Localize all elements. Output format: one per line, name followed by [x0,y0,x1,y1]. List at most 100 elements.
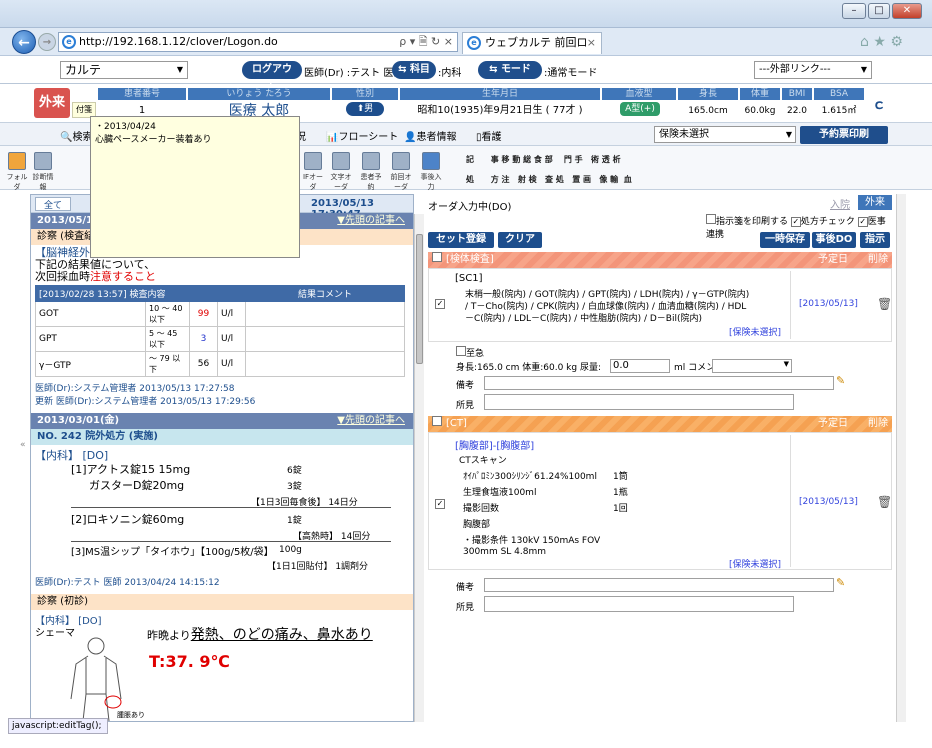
app-select-value: カルテ [65,63,102,77]
after-do-button[interactable]: 事後DO [812,232,856,248]
set-register-button[interactable]: セット登録 [428,232,494,248]
print-checkbox[interactable] [706,214,716,224]
url-actions-icon[interactable]: ρ ▾ 🗎 ↻ × [399,33,453,51]
back-icon[interactable]: ← [12,30,36,54]
tab-ie-icon: e [467,36,481,50]
insurance-link[interactable]: [保険未選択] [729,325,781,338]
text-order-icon[interactable]: 文字オーダ [328,152,354,191]
ct-insurance-link[interactable]: [保険未選択] [729,557,781,570]
dept-button[interactable]: ⇆ 科目 [392,61,436,79]
inpatient-tab[interactable]: 入院 [830,196,850,211]
url-field[interactable]: e http://192.168.1.12/clover/Logon.do ρ … [58,32,458,52]
app-select[interactable]: カルテ ▼ [60,61,188,79]
sex-badge: ⬆男 [346,102,384,116]
order-grid-row2: 処 方 注 射 検 査 処 置 画 像 輸 血 [466,175,632,184]
urine-input[interactable]: 0.0 [610,359,670,373]
remarks-input-1[interactable] [484,376,834,390]
scheduled-date-1[interactable]: [2013/05/13] [799,299,858,309]
flowsheet-button[interactable]: 📊フローシート [326,128,398,143]
bsa-label: BSA [814,88,864,100]
edit-icon[interactable]: ✎ [836,374,845,387]
comment-select[interactable]: ▼ [712,359,792,373]
temperature: T:37. 9℃ [149,652,230,671]
right-scrollbar[interactable] [896,194,906,722]
ct-region[interactable]: [胸腹部]-[胸腹部] [455,437,534,452]
logout-button[interactable]: ログアウト [242,61,302,93]
url-text: http://192.168.1.12/clover/Logon.do [79,35,278,48]
findings-input-1[interactable] [484,394,794,410]
maximize-button[interactable]: □ [868,3,890,19]
external-link-select[interactable]: ---外部リンク--- ▼ [754,61,872,79]
rx-check-checkbox[interactable]: ✓ [790,217,801,227]
collapse-handle-icon[interactable]: « [20,440,28,450]
minimize-button[interactable]: – [842,3,866,19]
tab-close-icon[interactable]: × [587,33,596,53]
order1-row-checkbox[interactable]: ✓ [435,299,445,309]
scheduled-date-2[interactable]: [2013/05/13] [799,497,858,507]
status-bar: javascript:editTag(); [8,718,108,734]
nursing-button[interactable]: ▯看護 [476,128,502,143]
close-window-button[interactable]: ✕ [892,3,922,19]
prev-article-link[interactable]: ▼先頭の記事へ [337,413,405,429]
patient-birth: 昭和10(1935)年9月21日生 ( 77才 ) [417,105,583,116]
table-row: γ－GTP 〜 79 以下 56 U/l [35,351,405,377]
left-scrollbar[interactable] [414,214,424,722]
urgent-checkbox[interactable] [456,346,466,356]
temp-save-button[interactable]: 一時保存 [760,232,810,248]
ct-site: 胸腹部 [463,520,491,530]
outpatient-badge: 外来 [34,88,70,118]
order1-checkbox[interactable] [432,252,442,262]
prescription-body: 【内科】 [DO] [1]アクトス錠15 15mg 6錠 ガスターD錠20mg … [31,445,413,573]
patient-height: 165.0cm [688,106,728,116]
trash-icon[interactable]: 🗑 [877,297,892,311]
patient-info-button[interactable]: 👤患者情報 [404,128,456,143]
remarks-input-2[interactable] [484,578,834,592]
reserve-print-button[interactable]: 予約票印刷 [800,126,888,144]
patient-sex: 男 [364,104,374,114]
search-button[interactable]: 🔍検索 [60,128,92,143]
home-star-gear-icon[interactable]: ⌂ ★ ⚙ [860,34,903,50]
order2-row-checkbox[interactable]: ✓ [435,499,445,509]
refresh-icon[interactable]: ｃ [872,94,886,114]
prev-article-link[interactable]: ▼先頭の記事へ [337,213,405,229]
outpatient-tab[interactable]: 外来 [858,195,892,210]
body-figure-icon [70,637,122,721]
weight-label: 体重 [740,88,780,100]
rx3-sig: 【1日1回貼付】 1調剤分 [267,562,369,572]
patient-reserve-icon[interactable]: 患者予約 [358,152,384,191]
birth-label: 生年月日 [400,88,600,100]
edit-icon[interactable]: ✎ [836,576,845,589]
browser-tab[interactable]: e ウェブカルテ 前回ログ... × [462,32,602,69]
instruct-button[interactable]: 指示 [860,232,890,248]
rx1b-qty: 3錠 [287,482,302,492]
rx3-name: [3]MS温シップ「タイホウ」【100g/5枚/袋】 [71,547,274,558]
external-link-value: ---外部リンク--- [759,64,831,75]
height-label: 身長 [678,88,738,100]
nursing-label: 看護 [481,132,502,143]
ct-item-qty: 1瓶 [613,488,628,498]
patient-bsa: 1.615㎡ [821,106,857,116]
order2-checkbox[interactable] [432,416,442,426]
chevron-down-icon: ▼ [860,65,867,74]
mode-button[interactable]: ⇆ モード [478,61,542,79]
insurance-select[interactable]: 保険未選択 ▼ [654,126,796,143]
ie-logo-icon: e [62,35,76,49]
left-scroll-thumb[interactable] [416,234,423,364]
medical-link-checkbox[interactable]: ✓ [857,217,868,227]
chart-history-pane: 全て 2013/05/13 17:30:47 2013/05/1▼先頭の記事へ … [30,194,414,722]
diagnosis-icon[interactable]: 診断情報 [30,152,56,191]
clear-button[interactable]: クリア [498,232,542,248]
prev-order-icon[interactable]: 前回オーダ [388,152,414,191]
lab-header: [2013/02/28 13:57] 検査内容 [35,285,246,302]
findings-input-2[interactable] [484,596,794,612]
forward-icon[interactable]: → [38,33,56,51]
tab-all[interactable]: 全て [35,197,71,211]
trash-icon[interactable]: 🗑 [877,495,892,509]
ct-conditions-2: 300mm SL 4.8mm [463,547,547,557]
post-entry-icon[interactable]: 事後入力 [418,152,444,191]
if-order-icon[interactable]: IFオーダ [300,152,326,191]
symptom-line: 昨晩より発熱、のどの痛み、鼻水あり [147,627,373,643]
folder-icon[interactable]: フォルダ [4,152,30,191]
ct-order-header: [CT] 予定日 削除 [428,416,892,432]
app-header: カルテ ▼ ログアウト 医師(Dr) :テスト 医師 ⇆ 科目 :内科 ⇆ モー… [0,56,932,93]
